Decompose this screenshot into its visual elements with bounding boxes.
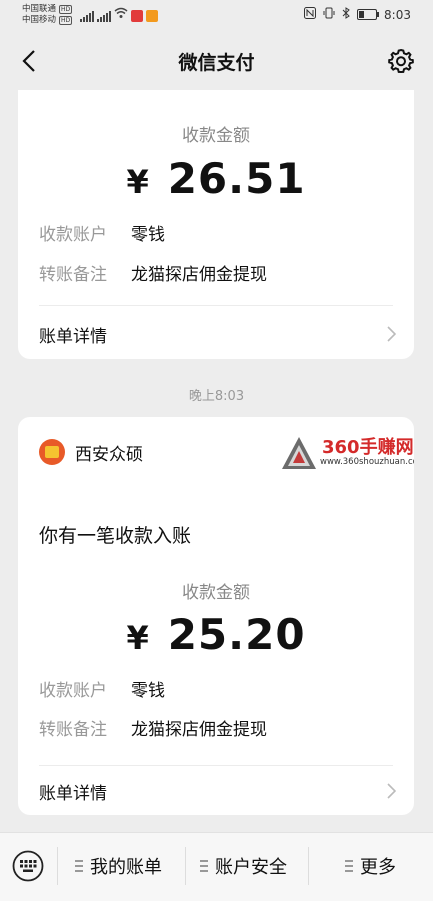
status-time: 8:03 <box>384 7 411 22</box>
divider <box>39 765 393 766</box>
divider <box>39 305 393 306</box>
message-time: 晚上8:03 <box>188 389 245 404</box>
app-notification-icon <box>131 10 143 22</box>
status-bar: 中国联通 HD 中国移动 HD 8:03 <box>0 0 433 32</box>
page-title: 微信支付 <box>178 52 255 74</box>
menu-lines-icon <box>75 860 83 872</box>
menu-lines-icon <box>200 860 208 872</box>
divider <box>185 847 186 885</box>
amount-number: 26.51 <box>167 154 306 203</box>
divider <box>308 847 309 885</box>
amount-value: ¥25.20 <box>18 610 414 659</box>
menu-label: 账户安全 <box>215 857 287 878</box>
menu-more[interactable]: 更多 <box>345 853 396 879</box>
notice-text: 你有一笔收款入账 <box>39 525 192 547</box>
bill-detail-label: 账单详情 <box>39 327 107 347</box>
vibrate-icon <box>323 7 335 22</box>
menu-lines-icon <box>345 860 353 872</box>
watermark-title: 360手赚网 <box>322 437 414 458</box>
menu-label: 更多 <box>360 857 396 878</box>
bill-detail-link[interactable]: 账单详情 <box>39 779 397 804</box>
info-row-account: 收款账户 零钱 <box>39 676 165 701</box>
watermark-logo-icon <box>282 437 316 469</box>
payment-card-1: 收款金额 ¥26.51 收款账户 零钱 转账备注 龙猫探店佣金提现 账单详情 <box>18 90 414 359</box>
status-right: 8:03 <box>304 7 411 22</box>
amount-number: 25.20 <box>167 610 306 659</box>
currency-symbol: ¥ <box>126 163 150 201</box>
wifi-icon <box>114 7 128 22</box>
gear-icon[interactable] <box>387 47 415 75</box>
row-key: 收款账户 <box>39 225 107 245</box>
amount-label: 收款金额 <box>182 126 250 146</box>
hd-badge: HD <box>59 5 73 14</box>
info-row-remark: 转账备注 龙猫探店佣金提现 <box>39 715 267 740</box>
signal-icon <box>97 10 111 22</box>
row-value: 龙猫探店佣金提现 <box>131 720 267 740</box>
row-value: 零钱 <box>131 225 165 245</box>
amount-value: ¥26.51 <box>18 154 414 203</box>
menu-label: 我的账单 <box>90 857 162 878</box>
bill-detail-label: 账单详情 <box>39 784 107 804</box>
row-key: 转账备注 <box>39 720 107 740</box>
hd-badge: HD <box>59 16 73 25</box>
carrier-1: 中国联通 <box>22 4 57 14</box>
chevron-right-icon <box>387 780 397 804</box>
nfc-icon <box>304 7 317 22</box>
chevron-right-icon <box>387 323 397 347</box>
keyboard-icon[interactable] <box>12 850 44 882</box>
row-key: 转账备注 <box>39 265 107 285</box>
watermark-url: www.360shouzhuan.com <box>320 457 414 467</box>
divider <box>57 847 58 885</box>
info-row-account: 收款账户 零钱 <box>39 220 165 245</box>
nav-bar: 微信支付 <box>0 32 433 90</box>
bottom-menu-bar: 我的账单 账户安全 更多 <box>0 832 433 901</box>
currency-symbol: ¥ <box>126 619 150 657</box>
menu-account-security[interactable]: 账户安全 <box>200 853 287 879</box>
amount-label: 收款金额 <box>182 583 250 603</box>
info-row-remark: 转账备注 龙猫探店佣金提现 <box>39 260 267 285</box>
signal-icons <box>80 7 158 22</box>
payment-card-2: 西安众硕 360手赚网 www.360shouzhuan.com 你有一笔收款入… <box>18 417 414 815</box>
row-value: 龙猫探店佣金提现 <box>131 265 267 285</box>
carrier-info: 中国联通 HD 中国移动 HD <box>22 4 73 26</box>
menu-my-bills[interactable]: 我的账单 <box>75 853 162 879</box>
signal-icon <box>80 10 94 22</box>
watermark: 360手赚网 www.360shouzhuan.com <box>280 433 414 473</box>
row-value: 零钱 <box>131 681 165 701</box>
battery-icon <box>357 9 380 20</box>
bluetooth-icon <box>342 7 350 22</box>
merchant-logo-icon <box>39 439 65 465</box>
bill-detail-link[interactable]: 账单详情 <box>39 322 397 347</box>
video-app-icon <box>146 10 158 22</box>
row-key: 收款账户 <box>39 681 107 701</box>
carrier-2: 中国移动 <box>22 15 57 25</box>
merchant-header[interactable]: 西安众硕 <box>39 439 143 465</box>
merchant-name: 西安众硕 <box>75 444 143 465</box>
